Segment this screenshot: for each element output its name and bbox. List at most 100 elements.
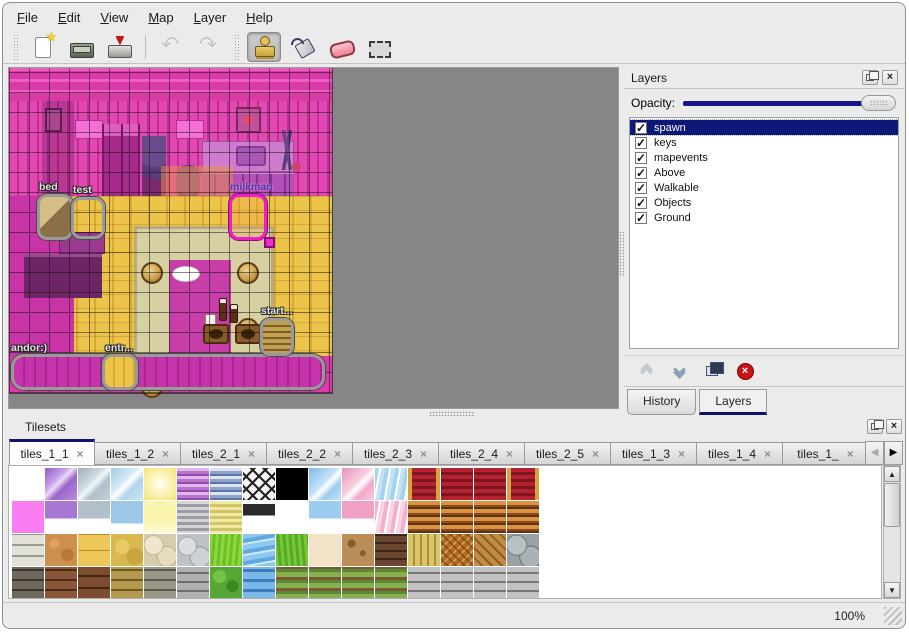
tab-close-icon[interactable]: × xyxy=(847,447,854,461)
layer-visibility-checkbox[interactable]: ✓ xyxy=(635,182,647,194)
tileset-tab-tiles_1_[interactable]: tiles_1_× xyxy=(783,442,865,465)
open-file-button[interactable] xyxy=(64,32,98,62)
tile-glass_purple[interactable] xyxy=(45,468,77,500)
tile-glass_pink[interactable] xyxy=(342,468,374,500)
tile-pebble_gray[interactable] xyxy=(177,534,209,566)
tile-log_wall[interactable] xyxy=(474,501,506,533)
layer-visibility-checkbox[interactable]: ✓ xyxy=(635,167,647,179)
tile-stripes_blue[interactable] xyxy=(210,468,242,500)
tile-sign_black[interactable] xyxy=(243,501,275,533)
tileset-tab-tiles_2_5[interactable]: tiles_2_5× xyxy=(525,442,611,465)
object-resize-handle[interactable] xyxy=(264,237,275,248)
delete-layer-button[interactable]: × xyxy=(733,359,757,383)
tile-wall_yellowstone[interactable] xyxy=(111,567,143,599)
tileset-tab-tiles_1_4[interactable]: tiles_1_4× xyxy=(697,442,783,465)
object-entr[interactable] xyxy=(102,354,138,390)
tile-sand[interactable] xyxy=(309,534,341,566)
new-file-button[interactable] xyxy=(26,32,60,62)
tile-white[interactable] xyxy=(276,501,308,533)
tileset-view[interactable] xyxy=(8,465,882,599)
tile-glass_gray[interactable] xyxy=(78,468,110,500)
layer-row-Walkable[interactable]: ✓Walkable xyxy=(630,180,898,195)
tile-lattice[interactable] xyxy=(243,468,275,500)
tab-scroll-right-button[interactable]: ▶ xyxy=(884,441,903,465)
tile-stripes_yellow[interactable] xyxy=(210,501,242,533)
tile-stone_yellow[interactable] xyxy=(111,534,143,566)
layer-row-Ground[interactable]: ✓Ground xyxy=(630,210,898,225)
scrollbar-thumb[interactable] xyxy=(884,483,900,527)
tile-hedge[interactable] xyxy=(210,567,242,599)
tab-close-icon[interactable]: × xyxy=(764,447,771,461)
lower-layer-button[interactable] xyxy=(667,359,691,383)
tile-glass_blue2[interactable] xyxy=(309,468,341,500)
dock-tab-history[interactable]: History xyxy=(627,389,696,415)
scroll-down-button[interactable]: ▼ xyxy=(884,582,900,598)
layer-visibility-checkbox[interactable]: ✓ xyxy=(635,152,647,164)
tile-glass_gray_sm[interactable] xyxy=(78,501,110,533)
scroll-up-button[interactable]: ▲ xyxy=(884,466,900,482)
tile-wicker[interactable] xyxy=(441,534,473,566)
eraser-tool-button[interactable] xyxy=(323,32,357,62)
layer-row-keys[interactable]: ✓keys xyxy=(630,135,898,150)
tab-close-icon[interactable]: × xyxy=(420,447,427,461)
toolbar-handle[interactable] xyxy=(234,34,240,60)
tileset-tab-tiles_2_4[interactable]: tiles_2_4× xyxy=(439,442,525,465)
tile-glass_blue[interactable] xyxy=(111,468,143,500)
tab-close-icon[interactable]: × xyxy=(334,447,341,461)
object-bed[interactable] xyxy=(37,194,73,240)
tile-wall_graystone[interactable] xyxy=(144,567,176,599)
select-tool-button[interactable] xyxy=(361,32,395,62)
tab-close-icon[interactable]: × xyxy=(592,447,599,461)
close-button[interactable]: × xyxy=(882,70,898,85)
tile-water_sm[interactable] xyxy=(111,501,143,533)
layer-row-spawn[interactable]: ✓spawn xyxy=(630,120,898,135)
tile-curtain_red[interactable] xyxy=(474,468,506,500)
tile-wall_graybrick[interactable] xyxy=(177,567,209,599)
tileset-tab-tiles_1_2[interactable]: tiles_1_2× xyxy=(95,442,181,465)
tile-crop[interactable] xyxy=(342,567,374,599)
tile-pebble_beige[interactable] xyxy=(144,534,176,566)
tilesets-close-button[interactable]: × xyxy=(886,419,902,434)
opacity-slider[interactable] xyxy=(683,95,896,111)
tileset-tab-tiles_1_1[interactable]: tiles_1_1× xyxy=(9,439,95,465)
tile-brick_gray[interactable] xyxy=(507,567,539,599)
tile-glass_blue_sm[interactable] xyxy=(309,501,341,533)
menu-edit[interactable]: Edit xyxy=(48,7,90,28)
dock-tab-layers[interactable]: Layers xyxy=(699,389,767,415)
tile-glow_yellow[interactable] xyxy=(144,468,176,500)
float-button[interactable] xyxy=(862,70,878,85)
tile-water_wall[interactable] xyxy=(243,567,275,599)
layer-visibility-checkbox[interactable]: ✓ xyxy=(635,197,647,209)
menu-help[interactable]: Help xyxy=(236,7,283,28)
tileset-tab-tiles_2_3[interactable]: tiles_2_3× xyxy=(353,442,439,465)
tilesets-float-button[interactable] xyxy=(867,419,883,434)
tile-dirt_spots[interactable] xyxy=(342,534,374,566)
tile-zigzag_blue[interactable] xyxy=(375,468,407,500)
stamp-tool-button[interactable] xyxy=(247,32,281,62)
tile-glass_pink_sm[interactable] xyxy=(342,501,374,533)
fill-tool-button[interactable] xyxy=(285,32,319,62)
object-andor[interactable] xyxy=(11,354,325,390)
tile-stripes_gray[interactable] xyxy=(177,501,209,533)
tile-tile_yellow[interactable] xyxy=(78,534,110,566)
map-view[interactable]: bed test milkman start... entr... andor:… xyxy=(8,67,619,409)
tile-curtain_red_gold[interactable] xyxy=(507,468,539,500)
menu-file[interactable]: File xyxy=(7,7,48,28)
tile-wall_brownbrick2[interactable] xyxy=(78,567,110,599)
tile-dirt_orange[interactable] xyxy=(45,534,77,566)
menu-view[interactable]: View xyxy=(90,7,138,28)
object-milkman[interactable] xyxy=(229,194,267,240)
tile-water[interactable] xyxy=(243,534,275,566)
tab-close-icon[interactable]: × xyxy=(77,447,84,461)
layer-visibility-checkbox[interactable]: ✓ xyxy=(635,212,647,224)
tile-brick_gray[interactable] xyxy=(408,567,440,599)
tile-curtain_red_gold[interactable] xyxy=(408,468,440,500)
menu-layer[interactable]: Layer xyxy=(184,7,237,28)
tab-close-icon[interactable]: × xyxy=(506,447,513,461)
tab-close-icon[interactable]: × xyxy=(248,447,255,461)
tileset-tab-tiles_2_2[interactable]: tiles_2_2× xyxy=(267,442,353,465)
tile-brick_gray[interactable] xyxy=(441,567,473,599)
tile-wall_brownbrick[interactable] xyxy=(45,567,77,599)
menu-map[interactable]: Map xyxy=(138,7,183,28)
tile-glass_purple_sm[interactable] xyxy=(45,501,77,533)
